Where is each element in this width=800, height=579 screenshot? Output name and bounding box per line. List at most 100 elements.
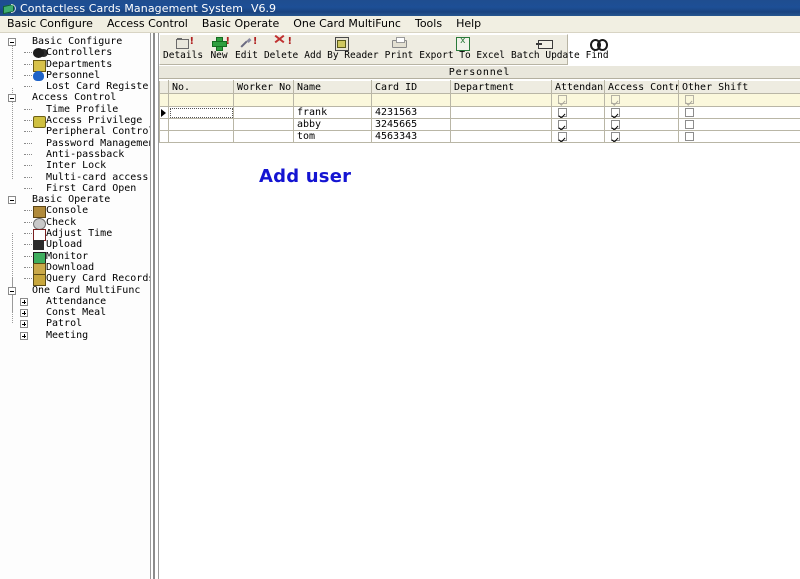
table-row[interactable]: frank 4231563 bbox=[159, 106, 800, 119]
menu-item-basic-operate[interactable]: Basic Operate bbox=[195, 16, 286, 32]
cell-no[interactable] bbox=[168, 106, 234, 119]
cell-worker-no[interactable] bbox=[233, 130, 294, 143]
tree-item-lost-card-register[interactable]: Lost Card Register bbox=[0, 81, 150, 92]
filter-attendance[interactable] bbox=[551, 93, 605, 107]
column-header-no[interactable]: No. bbox=[168, 80, 234, 94]
column-header-attendance[interactable]: Attendance bbox=[551, 80, 605, 94]
toolbar-button-print[interactable]: Print bbox=[382, 35, 417, 65]
tree-item-departments[interactable]: Departments bbox=[0, 59, 150, 72]
cell-other-shift[interactable] bbox=[678, 106, 800, 119]
tree-item-controllers[interactable]: Controllers bbox=[0, 47, 150, 59]
tree-item-adjust-time[interactable]: Adjust Time bbox=[0, 228, 150, 242]
sidebar-splitter[interactable] bbox=[150, 33, 159, 579]
checkbox[interactable] bbox=[611, 95, 620, 104]
checkbox[interactable] bbox=[558, 107, 567, 117]
tree-item-download[interactable]: Download bbox=[0, 262, 150, 275]
tree-group-one-card-multifunc[interactable]: One Card MultiFunc bbox=[0, 285, 150, 296]
expander-minus-icon[interactable] bbox=[8, 38, 16, 46]
checkbox[interactable] bbox=[558, 95, 567, 104]
cell-no[interactable] bbox=[168, 130, 234, 143]
cell-no[interactable] bbox=[168, 118, 234, 131]
filter-card-id[interactable] bbox=[371, 93, 451, 107]
cell-name[interactable]: tom bbox=[293, 130, 372, 143]
checkbox[interactable] bbox=[685, 107, 694, 117]
cell-attendance[interactable] bbox=[551, 118, 605, 131]
toolbar-button-new[interactable]: ! New bbox=[206, 35, 232, 65]
tree-item-access-privilege[interactable]: Access Privilege bbox=[0, 115, 150, 129]
expander-plus-icon[interactable] bbox=[20, 297, 28, 306]
cell-department[interactable] bbox=[450, 106, 552, 119]
tree-group-access-control[interactable]: Access Control bbox=[0, 92, 150, 103]
cell-attendance[interactable] bbox=[551, 106, 605, 119]
cell-name[interactable]: frank bbox=[293, 106, 372, 119]
tree-item-peripheral-control[interactable]: Peripheral Control bbox=[0, 126, 150, 137]
cell-worker-no[interactable] bbox=[233, 118, 294, 131]
tree-item-first-card-open[interactable]: First Card Open bbox=[0, 183, 150, 194]
toolbar-button-batch-update[interactable]: Batch Update bbox=[508, 35, 583, 65]
expander-plus-icon[interactable] bbox=[20, 309, 28, 318]
checkbox[interactable] bbox=[558, 131, 567, 141]
checkbox[interactable] bbox=[611, 119, 620, 129]
tree-item-monitor[interactable]: Monitor bbox=[0, 251, 150, 264]
menu-item-one-card-multifunc[interactable]: One Card MultiFunc bbox=[286, 16, 408, 32]
tree-item-inter-lock[interactable]: Inter Lock bbox=[0, 160, 150, 171]
expander-plus-icon[interactable] bbox=[20, 320, 28, 329]
filter-worker-no[interactable] bbox=[233, 93, 294, 107]
toolbar-button-export-to-excel[interactable]: Export To Excel bbox=[416, 35, 508, 65]
menu-item-tools[interactable]: Tools bbox=[408, 16, 449, 32]
cell-department[interactable] bbox=[450, 130, 552, 143]
filter-other-shift[interactable] bbox=[678, 93, 800, 107]
checkbox[interactable] bbox=[611, 131, 620, 141]
menu-item-access-control[interactable]: Access Control bbox=[100, 16, 195, 32]
tree-item-patrol[interactable]: Patrol bbox=[0, 318, 150, 329]
menu-item-help[interactable]: Help bbox=[449, 16, 488, 32]
tree-item-multi-card-access[interactable]: Multi-card access bbox=[0, 172, 150, 183]
cell-other-shift[interactable] bbox=[678, 118, 800, 131]
filter-department[interactable] bbox=[450, 93, 552, 107]
toolbar-button-find[interactable]: Find bbox=[583, 35, 612, 65]
tree-item-attendance[interactable]: Attendance bbox=[0, 296, 150, 307]
table-row[interactable]: tom 4563343 bbox=[159, 130, 800, 143]
expander-plus-icon[interactable] bbox=[20, 331, 28, 340]
tree-group-basic-operate[interactable]: Basic Operate bbox=[0, 194, 150, 205]
cell-access-control[interactable] bbox=[604, 118, 679, 131]
column-header-access-control[interactable]: Access Control bbox=[604, 80, 679, 94]
toolbar-button-add-by-reader[interactable]: Add By Reader bbox=[301, 35, 381, 65]
column-header-card-id[interactable]: Card ID bbox=[371, 80, 451, 94]
filter-access-control[interactable] bbox=[604, 93, 679, 107]
cell-name[interactable]: abby bbox=[293, 118, 372, 131]
toolbar-button-edit[interactable]: ! Edit bbox=[232, 35, 261, 65]
cell-worker-no[interactable] bbox=[233, 106, 294, 119]
tree-item-upload[interactable]: Upload bbox=[0, 239, 150, 251]
checkbox[interactable] bbox=[611, 107, 620, 117]
column-header-department[interactable]: Department bbox=[450, 80, 552, 94]
column-header-other-shift[interactable]: Other Shift bbox=[678, 80, 800, 94]
tree-item-password-management[interactable]: Password Management bbox=[0, 138, 150, 149]
expander-minus-icon[interactable] bbox=[8, 94, 16, 103]
tree-item-const-meal[interactable]: Const Meal bbox=[0, 307, 150, 318]
tree-item-check[interactable]: Check bbox=[0, 217, 150, 230]
tree-group-basic-configure[interactable]: Basic Configure bbox=[0, 36, 150, 47]
toolbar-button-delete[interactable]: ! Delete bbox=[261, 34, 301, 65]
tree-item-anti-passback[interactable]: Anti-passback bbox=[0, 149, 150, 160]
toolbar-button-details[interactable]: ! Details bbox=[160, 35, 206, 65]
cell-card-id[interactable]: 3245665 bbox=[371, 118, 451, 131]
cell-access-control[interactable] bbox=[604, 106, 679, 119]
cell-card-id[interactable]: 4231563 bbox=[371, 106, 451, 119]
tree-item-query-card-records[interactable]: Query Card Records bbox=[0, 273, 150, 287]
cell-access-control[interactable] bbox=[604, 130, 679, 143]
cell-attendance[interactable] bbox=[551, 130, 605, 143]
filter-no[interactable] bbox=[168, 93, 234, 107]
cell-card-id[interactable]: 4563343 bbox=[371, 130, 451, 143]
checkbox[interactable] bbox=[685, 119, 694, 129]
cell-department[interactable] bbox=[450, 118, 552, 131]
checkbox[interactable] bbox=[685, 95, 694, 104]
tree-item-personnel[interactable]: Personnel bbox=[0, 70, 150, 81]
filter-name[interactable] bbox=[293, 93, 372, 107]
tree-item-time-profile[interactable]: Time Profile bbox=[0, 104, 150, 115]
tree-item-console[interactable]: Console bbox=[0, 205, 150, 219]
expander-minus-icon[interactable] bbox=[8, 196, 16, 205]
table-row[interactable]: abby 3245665 bbox=[159, 118, 800, 131]
checkbox[interactable] bbox=[558, 119, 567, 129]
checkbox[interactable] bbox=[685, 131, 694, 141]
